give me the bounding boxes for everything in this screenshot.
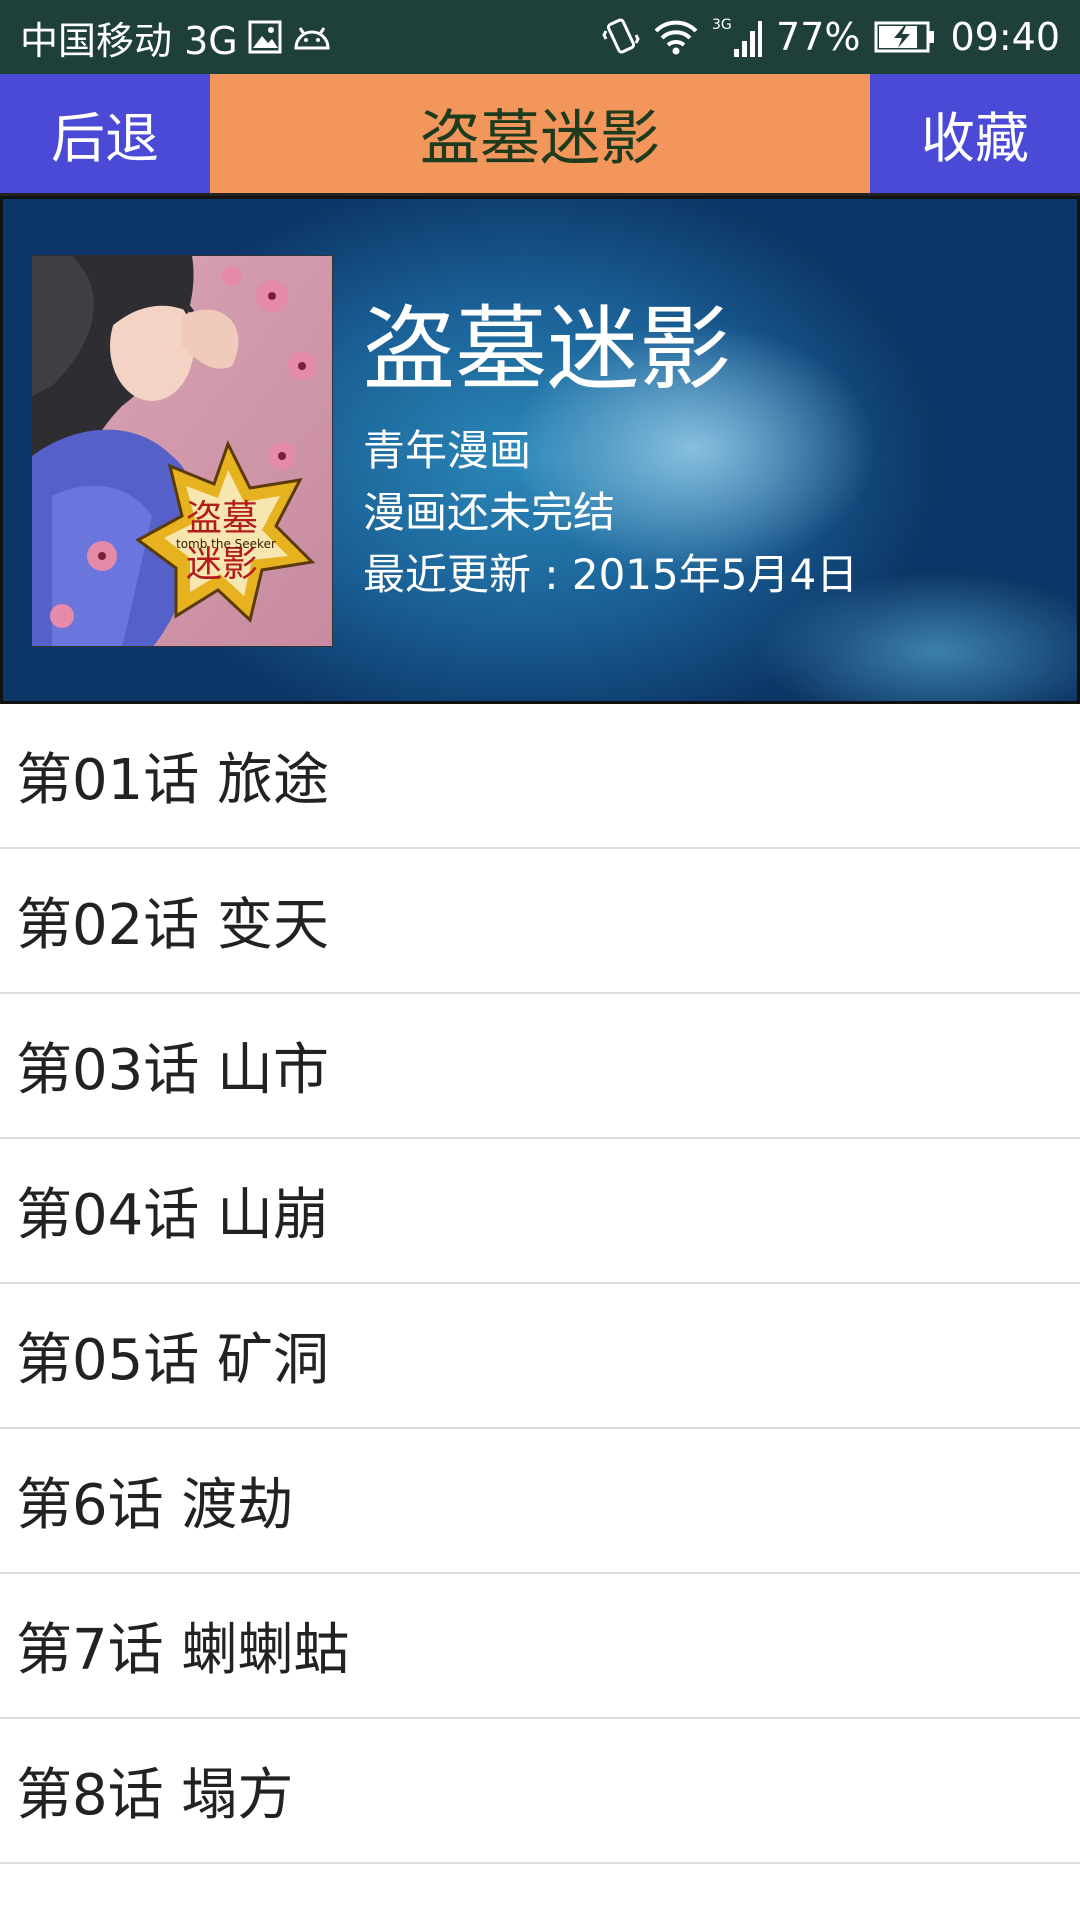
chapter-item[interactable]: 第04话 山崩 bbox=[0, 1139, 1080, 1284]
comic-status: 漫画还未完结 bbox=[363, 488, 616, 538]
battery-charging-icon bbox=[874, 20, 936, 54]
chapter-item[interactable]: 第8话 塌方 bbox=[0, 1719, 1080, 1864]
svg-text:3G: 3G bbox=[712, 17, 732, 33]
svg-text:盗墓: 盗墓 bbox=[186, 498, 258, 539]
page-title: 盗墓迷影 bbox=[210, 74, 870, 193]
comic-info: 盗墓迷影 青年漫画 漫画还未完结 最近更新 : 2015年5月4日 bbox=[363, 299, 858, 606]
comic-last-update: 最近更新 : 2015年5月4日 bbox=[363, 550, 859, 600]
chapter-item[interactable]: 第7话 蝲蝲蛄 bbox=[0, 1574, 1080, 1719]
chapter-item[interactable]: 第01话 旅途 bbox=[0, 704, 1080, 849]
back-button[interactable]: 后退 bbox=[0, 74, 210, 193]
chapter-item[interactable]: 第02话 变天 bbox=[0, 849, 1080, 994]
comic-info-banner: 盗墓 迷影 tomb the Seeker 盗墓迷影 青年漫画 漫画还未完结 最… bbox=[0, 196, 1080, 704]
status-bar: 中国移动 3G 3G 77% 09:40 bbox=[0, 0, 1080, 74]
battery-percent: 77% bbox=[776, 15, 861, 59]
chapter-item[interactable]: 第6话 渡劫 bbox=[0, 1429, 1080, 1574]
image-notification-icon bbox=[248, 20, 282, 54]
carrier-text: 中国移动 3G bbox=[20, 18, 238, 63]
chapter-list: 第01话 旅途 第02话 变天 第03话 山市 第04话 山崩 第05话 矿洞 … bbox=[0, 704, 1080, 1864]
title-bar: 后退 盗墓迷影 收藏 bbox=[0, 74, 1080, 196]
favorite-button[interactable]: 收藏 bbox=[870, 74, 1080, 193]
cover-caption: tomb the Seeker bbox=[176, 537, 276, 551]
vibrate-icon bbox=[602, 17, 640, 57]
chapter-item[interactable]: 第03话 山市 bbox=[0, 994, 1080, 1139]
clock: 09:40 bbox=[950, 15, 1060, 59]
comic-category: 青年漫画 bbox=[363, 426, 532, 476]
wifi-icon bbox=[654, 19, 698, 55]
chapter-item[interactable]: 第05话 矿洞 bbox=[0, 1284, 1080, 1429]
comic-cover-image: 盗墓 迷影 tomb the Seeker bbox=[31, 255, 333, 647]
comic-title: 盗墓迷影 bbox=[363, 296, 732, 403]
android-icon bbox=[292, 22, 332, 52]
signal-3g-icon: 3G bbox=[712, 15, 763, 59]
